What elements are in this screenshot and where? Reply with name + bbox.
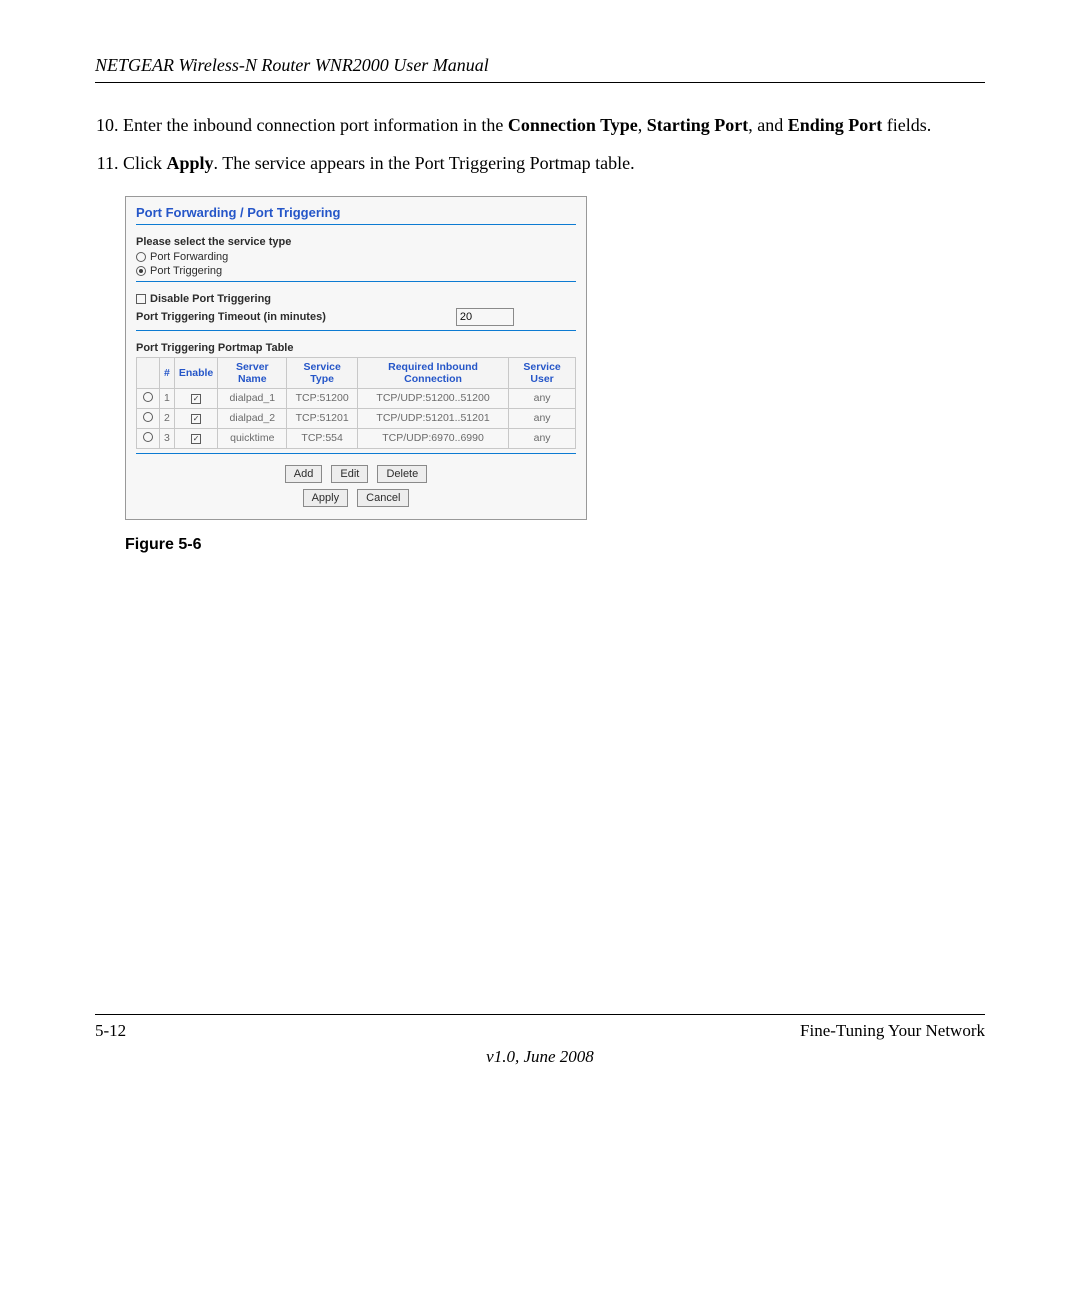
step-11: Click Apply. The service appears in the …: [123, 151, 985, 175]
col-num: #: [160, 357, 175, 388]
footer-section: Fine-Tuning Your Network: [800, 1021, 985, 1041]
figure-label: Figure 5-6: [125, 536, 985, 554]
cell-inbound: TCP/UDP:6970..6990: [357, 428, 508, 448]
panel-title: Port Forwarding / Port Triggering: [136, 205, 576, 220]
checkbox-icon: [136, 294, 146, 304]
service-type-label: Please select the service type: [136, 236, 576, 248]
col-inbound: Required Inbound Connection: [357, 357, 508, 388]
row-select-radio[interactable]: [143, 412, 153, 422]
cell-num: 3: [160, 428, 175, 448]
radio-label: Port Forwarding: [150, 251, 228, 263]
page-number: 5-12: [95, 1021, 126, 1041]
ui-panel: Port Forwarding / Port Triggering Please…: [125, 196, 587, 520]
cell-enable[interactable]: [174, 428, 217, 448]
divider: [136, 453, 576, 455]
footer-version: v1.0, June 2008: [95, 1047, 985, 1067]
text: , and: [748, 115, 788, 135]
radio-icon: [136, 252, 146, 262]
col-service-type: Service Type: [287, 357, 358, 388]
bold-text: Apply: [167, 153, 214, 173]
radio-icon: [136, 266, 146, 276]
text: ,: [638, 115, 647, 135]
radio-port-forwarding[interactable]: Port Forwarding: [136, 251, 576, 263]
radio-label: Port Triggering: [150, 265, 222, 277]
cell-service-type: TCP:51200: [287, 388, 358, 408]
table-row: 3 quicktimeTCP:554TCP/UDP:6970..6990any: [137, 428, 576, 448]
edit-button[interactable]: Edit: [331, 465, 368, 483]
delete-button[interactable]: Delete: [377, 465, 427, 483]
bold-text: Connection Type: [508, 115, 638, 135]
divider: [136, 281, 576, 283]
cell-user: any: [509, 388, 576, 408]
radio-port-triggering[interactable]: Port Triggering: [136, 265, 576, 277]
title-underline: [136, 224, 576, 226]
row-select-radio[interactable]: [143, 432, 153, 442]
add-button[interactable]: Add: [285, 465, 323, 483]
cell-server-name: quicktime: [218, 428, 287, 448]
checkbox-label: Disable Port Triggering: [150, 293, 271, 305]
bold-text: Ending Port: [788, 115, 883, 135]
cell-service-type: TCP:554: [287, 428, 358, 448]
timeout-label: Port Triggering Timeout (in minutes): [136, 311, 326, 323]
checkbox-icon: [191, 414, 201, 424]
apply-button[interactable]: Apply: [303, 489, 349, 507]
col-user: Service User: [509, 357, 576, 388]
cell-user: any: [509, 408, 576, 428]
header-rule: [95, 82, 985, 83]
cell-enable[interactable]: [174, 388, 217, 408]
table-row: 2 dialpad_2TCP:51201TCP/UDP:51201..51201a…: [137, 408, 576, 428]
cell-server-name: dialpad_1: [218, 388, 287, 408]
portmap-table-title: Port Triggering Portmap Table: [136, 342, 576, 354]
timeout-input[interactable]: [456, 308, 514, 326]
text: Enter the inbound connection port inform…: [123, 115, 508, 135]
footer-rule: [95, 1014, 985, 1015]
cell-server-name: dialpad_2: [218, 408, 287, 428]
checkbox-icon: [191, 434, 201, 444]
cell-inbound: TCP/UDP:51200..51200: [357, 388, 508, 408]
text: Click: [123, 153, 167, 173]
text: . The service appears in the Port Trigge…: [214, 153, 635, 173]
cell-num: 2: [160, 408, 175, 428]
row-select-radio[interactable]: [143, 392, 153, 402]
disable-triggering-checkbox[interactable]: Disable Port Triggering: [136, 293, 576, 305]
col-server-name: Server Name: [218, 357, 287, 388]
checkbox-icon: [191, 394, 201, 404]
cell-num: 1: [160, 388, 175, 408]
step-10: Enter the inbound connection port inform…: [123, 113, 985, 137]
text: fields.: [882, 115, 931, 135]
cell-enable[interactable]: [174, 408, 217, 428]
col-enable: Enable: [174, 357, 217, 388]
table-row: 1 dialpad_1TCP:51200TCP/UDP:51200..51200a…: [137, 388, 576, 408]
bold-text: Starting Port: [647, 115, 748, 135]
cell-service-type: TCP:51201: [287, 408, 358, 428]
table-header-row: # Enable Server Name Service Type Requir…: [137, 357, 576, 388]
divider: [136, 330, 576, 332]
portmap-table: # Enable Server Name Service Type Requir…: [136, 357, 576, 449]
cancel-button[interactable]: Cancel: [357, 489, 409, 507]
header-title: NETGEAR Wireless-N Router WNR2000 User M…: [95, 55, 985, 76]
cell-user: any: [509, 428, 576, 448]
cell-inbound: TCP/UDP:51201..51201: [357, 408, 508, 428]
